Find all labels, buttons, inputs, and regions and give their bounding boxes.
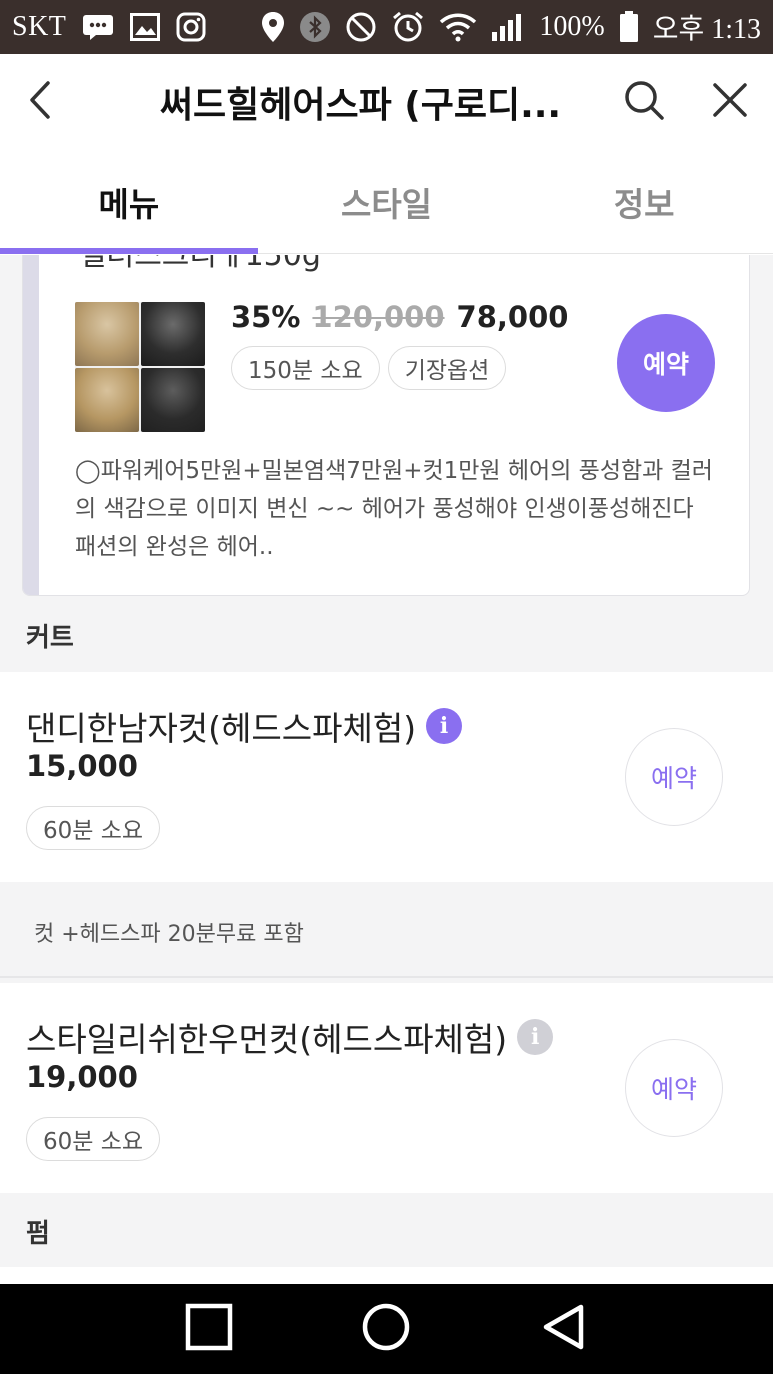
battery-percent: 100%: [539, 11, 605, 42]
close-button[interactable]: [687, 54, 773, 150]
clock: 오후 1:13: [652, 14, 761, 45]
alarm-icon: [391, 10, 425, 44]
item-name: 스타일리쉬한우먼컷(헤드스파체험): [26, 1020, 508, 1059]
featured-title: 컬러스크리ㅔ150g: [79, 255, 321, 273]
menu-item[interactable]: 댄디한남자컷(헤드스파체험) i 15,000 60분 소요 예약: [0, 672, 773, 882]
home-circle-icon: [361, 1302, 411, 1356]
recents-square-icon: [185, 1303, 233, 1355]
featured-menu-card[interactable]: 컬러스크리ㅔ150g 35% 120,000 78,000 150분 소요 기장…: [22, 255, 750, 596]
tab-label: 정보: [613, 184, 675, 224]
app-header: 써드힐헤어스파 (구로디...: [0, 54, 773, 150]
active-tab-indicator: [0, 248, 258, 254]
featured-description: ◯파워케어5만원+밀본염색7만원+컷1만원 헤어의 풍성함과 컬러의 색감으로 …: [75, 458, 713, 560]
section-title-cut: 커트: [26, 623, 74, 653]
reserve-button[interactable]: 예약: [625, 728, 723, 826]
status-bar: SKT 100% 오후 1:13: [0, 0, 773, 54]
search-button[interactable]: [601, 54, 687, 150]
carrier-label: SKT: [12, 11, 67, 42]
featured-thumbnail[interactable]: [75, 302, 205, 432]
discount-rate: 35%: [231, 300, 301, 334]
back-triangle-icon: [541, 1303, 587, 1355]
recents-button[interactable]: [169, 1289, 249, 1369]
location-icon: [261, 11, 285, 43]
tab-label: 메뉴: [98, 184, 160, 224]
item-name: 댄디한남자컷(헤드스파체험): [26, 709, 417, 748]
reserve-button[interactable]: 예약: [617, 314, 715, 412]
section-title-perm: 펌: [26, 1219, 50, 1249]
instagram-icon: [176, 12, 206, 42]
original-price: 120,000: [312, 300, 445, 334]
gallery-icon: [130, 13, 161, 41]
item-price: 19,000: [26, 1060, 138, 1094]
nav-back-button[interactable]: [524, 1289, 604, 1369]
system-nav-bar: [0, 1284, 773, 1374]
item-price: 15,000: [26, 749, 138, 783]
item-note-text: 컷 +헤드스파 20분무료 포함: [34, 922, 304, 947]
featured-price-row: 35% 120,000 78,000: [231, 300, 568, 334]
home-button[interactable]: [346, 1289, 426, 1369]
wifi-icon: [439, 12, 477, 42]
tab-label: 스타일: [340, 184, 433, 224]
final-price: 78,000: [456, 300, 569, 334]
tab-info[interactable]: 정보: [515, 150, 773, 253]
message-icon: [82, 14, 114, 40]
battery-icon: [619, 11, 639, 43]
page-title: 써드힐헤어스파 (구로디...: [159, 85, 562, 126]
duration-chip: 60분 소요: [26, 806, 161, 850]
item-note: 컷 +헤드스파 20분무료 포함: [0, 882, 773, 978]
reserve-button[interactable]: 예약: [625, 1039, 723, 1137]
tab-menu[interactable]: 메뉴: [0, 150, 258, 253]
search-icon: [623, 79, 665, 125]
close-icon: [712, 82, 748, 122]
duration-chip: 150분 소요: [231, 346, 380, 390]
menu-item[interactable]: 스타일리쉬한우먼컷(헤드스파체험) i 19,000 60분 소요 예약: [0, 983, 773, 1193]
signal-icon: [491, 12, 525, 42]
info-icon[interactable]: i: [426, 708, 463, 744]
back-chevron-icon: [26, 80, 54, 124]
back-button[interactable]: [0, 54, 80, 150]
menu-list[interactable]: 컬러스크리ㅔ150g 35% 120,000 78,000 150분 소요 기장…: [0, 255, 773, 1284]
info-icon[interactable]: i: [517, 1019, 554, 1055]
length-option-chip: 기장옵션: [387, 346, 507, 390]
tab-bar: 메뉴 스타일 정보: [0, 150, 773, 254]
mute-icon: [345, 11, 377, 43]
bluetooth-icon: [299, 11, 331, 43]
featured-chips: 150분 소요 기장옵션: [231, 346, 507, 390]
card-accent-bar: [23, 255, 39, 595]
tab-style[interactable]: 스타일: [258, 150, 516, 253]
next-item-edge: [0, 1267, 773, 1284]
item-name-row: 댄디한남자컷(헤드스파체험) i: [26, 702, 463, 750]
item-name-row: 스타일리쉬한우먼컷(헤드스파체험) i: [26, 1013, 554, 1061]
duration-chip: 60분 소요: [26, 1117, 161, 1161]
